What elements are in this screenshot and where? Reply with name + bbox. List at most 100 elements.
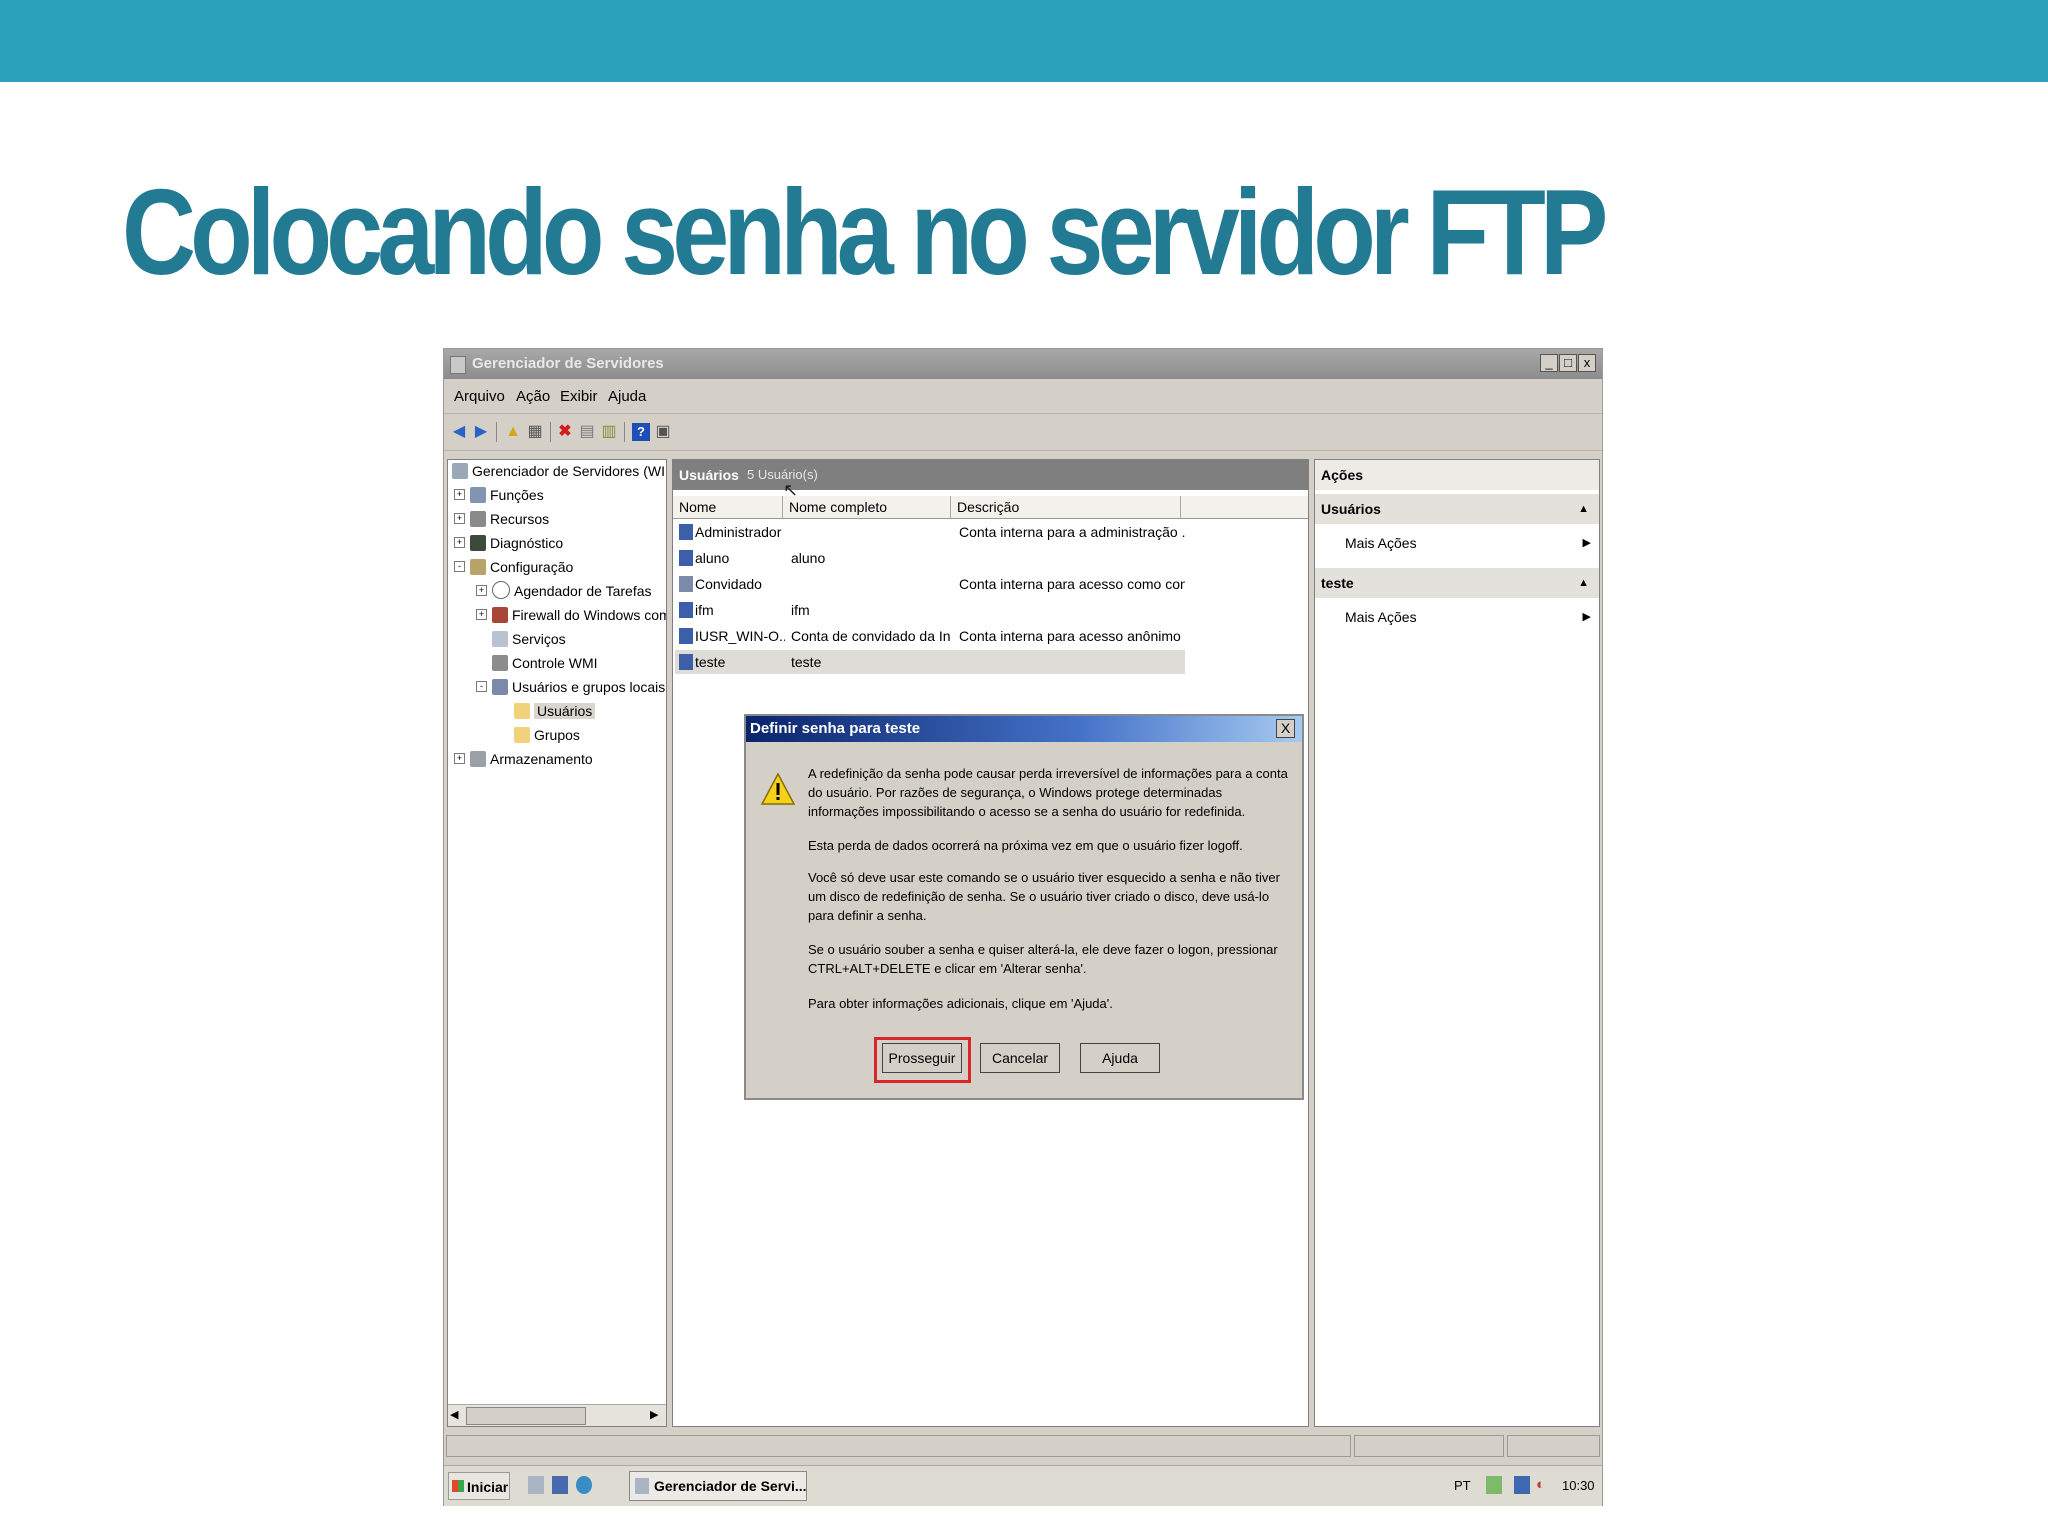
- maximize-button[interactable]: □: [1559, 354, 1577, 372]
- set-password-dialog: Definir senha para teste X A redefinição…: [744, 714, 1304, 1100]
- table-row[interactable]: Administrador Conta interna para a admin…: [675, 520, 1185, 544]
- export-list-icon[interactable]: ▥: [600, 423, 618, 441]
- back-arrow-icon[interactable]: ◀: [450, 423, 468, 441]
- table-row[interactable]: Convidado Conta interna para acesso como…: [675, 572, 1185, 596]
- tree-item-usuarios[interactable]: Usuários: [514, 700, 596, 722]
- dialog-paragraph: Você só deve usar este comando se o usuá…: [808, 870, 1280, 923]
- table-row-selected[interactable]: teste teste: [675, 650, 1185, 674]
- console-icon[interactable]: ▣: [654, 423, 672, 441]
- mouse-cursor-icon: ↖: [783, 480, 799, 500]
- collapse-icon[interactable]: -: [476, 681, 487, 692]
- tree-item-grupos[interactable]: Grupos: [514, 724, 580, 746]
- menu-acao[interactable]: Ação: [516, 388, 550, 405]
- status-panel: [1507, 1435, 1600, 1457]
- expand-icon[interactable]: +: [454, 753, 465, 764]
- menu-exibir[interactable]: Exibir: [560, 388, 598, 405]
- dialog-paragraph: A redefinição da senha pode causar perda…: [808, 766, 1288, 819]
- status-panel: [446, 1435, 1351, 1457]
- dialog-paragraph: Esta perda de dados ocorrerá na próxima …: [808, 838, 1243, 853]
- status-panel: [1354, 1435, 1504, 1457]
- expand-icon[interactable]: +: [454, 513, 465, 524]
- table-row[interactable]: ifm ifm: [675, 598, 1185, 622]
- collapse-caret-icon[interactable]: ▲: [1578, 494, 1589, 524]
- server-manager-icon: [450, 356, 466, 374]
- folder-icon: [514, 727, 530, 743]
- more-actions-usuarios[interactable]: Mais Ações ▶: [1345, 530, 1591, 556]
- submenu-arrow-icon: ▶: [1582, 611, 1591, 623]
- volume-icon[interactable]: ◐: [1536, 1476, 1552, 1494]
- actions-section-usuarios[interactable]: Usuários ▲: [1315, 494, 1599, 524]
- expand-icon[interactable]: +: [454, 489, 465, 500]
- dialog-paragraph: Para obter informações adicionais, cliqu…: [808, 996, 1113, 1011]
- delete-icon[interactable]: ✖: [556, 423, 574, 441]
- menu-ajuda[interactable]: Ajuda: [608, 388, 646, 405]
- slide-title: Colocando senha no servidor FTP: [122, 164, 1608, 300]
- server-manager-quicklaunch-icon[interactable]: [528, 1476, 544, 1494]
- table-row[interactable]: IUSR_WIN-O... Conta de convidado da In..…: [675, 624, 1185, 648]
- tree-item-controle-wmi[interactable]: Controle WMI: [492, 652, 598, 674]
- scroll-right-icon[interactable]: ▶: [650, 1408, 658, 1421]
- menu-bar: Arquivo Ação Exibir Ajuda: [444, 381, 1602, 411]
- more-actions-teste[interactable]: Mais Ações ▶: [1345, 604, 1591, 630]
- column-headers: Nome Nome completo Descrição: [673, 496, 1308, 519]
- expand-icon[interactable]: +: [476, 585, 487, 596]
- tray-icon[interactable]: [1486, 1476, 1502, 1494]
- network-icon[interactable]: [1514, 1476, 1530, 1494]
- language-indicator[interactable]: PT: [1454, 1478, 1471, 1493]
- collapse-icon[interactable]: -: [454, 561, 465, 572]
- show-hide-tree-icon[interactable]: ▦: [526, 423, 544, 441]
- toolbar-separator: [624, 422, 625, 442]
- server-icon: [452, 463, 468, 479]
- collapse-caret-icon[interactable]: ▲: [1578, 568, 1589, 598]
- cancel-button[interactable]: Cancelar: [980, 1043, 1060, 1073]
- highlight-box: [874, 1037, 971, 1083]
- explorer-quicklaunch-icon[interactable]: [576, 1476, 592, 1494]
- close-button[interactable]: x: [1578, 354, 1596, 372]
- column-header-name[interactable]: Nome: [673, 496, 783, 518]
- minimize-button[interactable]: _: [1540, 354, 1558, 372]
- menu-arquivo[interactable]: Arquivo: [454, 388, 505, 405]
- up-folder-icon[interactable]: ▲: [504, 423, 522, 441]
- dialog-titlebar[interactable]: Definir senha para teste X: [746, 716, 1302, 742]
- column-header-full-name[interactable]: Nome completo: [783, 496, 951, 518]
- help-icon[interactable]: ?: [632, 423, 650, 441]
- console-tree: Gerenciador de Servidores (WIN-OI + Funç…: [447, 459, 667, 1427]
- services-icon: [492, 631, 508, 647]
- disabled-user-icon: [679, 576, 693, 592]
- user-icon: [679, 654, 693, 670]
- powershell-quicklaunch-icon[interactable]: [552, 1476, 568, 1494]
- diagnostics-icon: [470, 535, 486, 551]
- table-row[interactable]: aluno aluno: [675, 546, 1185, 570]
- tree-item-server-manager[interactable]: Gerenciador de Servidores (WIN-OI: [452, 460, 666, 482]
- expand-icon[interactable]: +: [476, 609, 487, 620]
- warning-icon: [760, 772, 796, 805]
- folder-icon: [514, 703, 530, 719]
- column-header-description[interactable]: Descrição: [951, 496, 1181, 518]
- scroll-thumb[interactable]: [466, 1407, 586, 1425]
- roles-icon: [470, 487, 486, 503]
- expand-icon[interactable]: +: [454, 537, 465, 548]
- pane-header: Usuários 5 Usuário(s): [673, 460, 1308, 490]
- user-icon: [679, 524, 693, 540]
- help-button[interactable]: Ajuda: [1080, 1043, 1160, 1073]
- actions-title: Ações: [1315, 460, 1599, 490]
- features-icon: [470, 511, 486, 527]
- actions-pane: Ações Usuários ▲ Mais Ações ▶ teste ▲ Mais …: [1314, 459, 1600, 1427]
- window-titlebar[interactable]: Gerenciador de Servidores _ □ x: [444, 349, 1602, 379]
- taskbar-server-manager-button[interactable]: Gerenciador de Servi...: [629, 1471, 807, 1501]
- submenu-arrow-icon: ▶: [1582, 537, 1591, 549]
- dialog-close-button[interactable]: X: [1276, 719, 1295, 738]
- clock[interactable]: 10:30: [1562, 1478, 1595, 1493]
- scroll-left-icon[interactable]: ◀: [450, 1408, 458, 1421]
- firewall-icon: [492, 607, 508, 623]
- properties-icon[interactable]: ▤: [578, 423, 596, 441]
- tree-item-servicos[interactable]: Serviços: [492, 628, 566, 650]
- wmi-icon: [492, 655, 508, 671]
- window-title: Gerenciador de Servidores: [472, 355, 664, 372]
- start-button[interactable]: Iniciar: [448, 1472, 510, 1500]
- actions-section-teste[interactable]: teste ▲: [1315, 568, 1599, 598]
- server-manager-icon: [635, 1478, 649, 1494]
- forward-arrow-icon[interactable]: ▶: [472, 423, 490, 441]
- tree-horizontal-scrollbar[interactable]: ◀ ▶: [448, 1404, 666, 1426]
- server-manager-screenshot: Gerenciador de Servidores _ □ x Arquivo …: [443, 348, 1603, 1506]
